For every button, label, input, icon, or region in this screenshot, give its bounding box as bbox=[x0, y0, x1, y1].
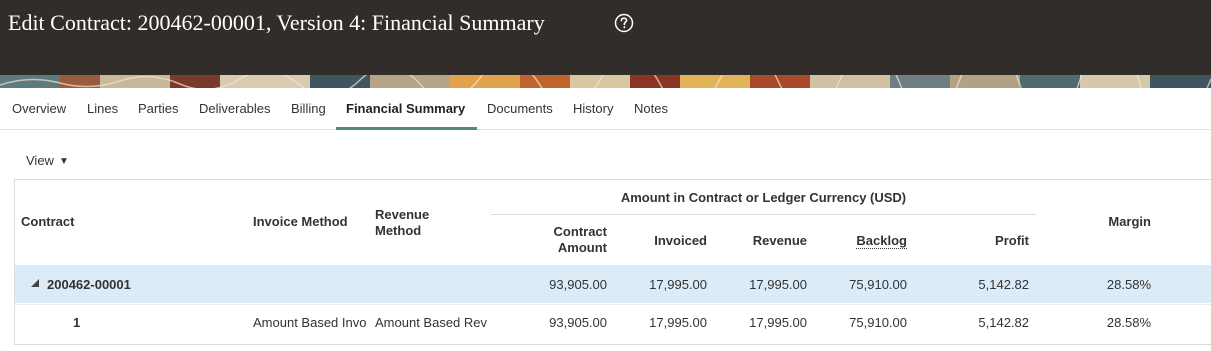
cell-invoiced: 17,995.00 bbox=[649, 315, 707, 330]
tab-billing[interactable]: Billing bbox=[281, 88, 336, 130]
header-banner-pattern bbox=[0, 75, 1211, 88]
view-menu[interactable]: View ▼ bbox=[26, 153, 69, 168]
cell-invoiced: 17,995.00 bbox=[649, 277, 707, 292]
caret-down-icon: ▼ bbox=[58, 156, 69, 167]
tab-documents[interactable]: Documents bbox=[477, 88, 563, 130]
tab-deliverables[interactable]: Deliverables bbox=[189, 88, 281, 130]
column-header-contract[interactable]: Contract bbox=[21, 214, 74, 229]
cell-margin: 28.58% bbox=[1106, 315, 1151, 330]
cell-contract: 200462-00001 bbox=[47, 277, 131, 292]
column-header-contract-amount[interactable]: Contract Amount bbox=[520, 224, 607, 256]
cell-backlog: 75,910.00 bbox=[849, 277, 907, 292]
collapse-triangle-icon[interactable] bbox=[29, 277, 41, 289]
cell-backlog: 75,910.00 bbox=[849, 315, 907, 330]
help-icon[interactable] bbox=[614, 13, 634, 33]
page-title: Edit Contract: 200462-00001, Version 4: … bbox=[8, 10, 545, 35]
cell-contract-amount: 93,905.00 bbox=[549, 277, 607, 292]
tab-overview[interactable]: Overview bbox=[2, 88, 76, 130]
tab-financial-summary[interactable]: Financial Summary bbox=[336, 88, 477, 130]
tab-parties[interactable]: Parties bbox=[128, 88, 188, 130]
cell-revenue-method: Amount Based Rev bbox=[375, 315, 488, 330]
tab-lines[interactable]: Lines bbox=[77, 88, 128, 130]
column-group-header-amount: Amount in Contract or Ledger Currency (U… bbox=[620, 190, 907, 205]
column-header-margin[interactable]: Margin bbox=[1060, 214, 1151, 229]
view-menu-label: View bbox=[26, 153, 54, 168]
cell-line-number: 1 bbox=[73, 315, 81, 330]
tab-notes[interactable]: Notes bbox=[624, 88, 678, 130]
column-header-profit[interactable]: Profit bbox=[940, 233, 1029, 248]
column-header-invoiced[interactable]: Invoiced bbox=[620, 233, 707, 248]
cell-revenue: 17,995.00 bbox=[749, 277, 807, 292]
page-header: Edit Contract: 200462-00001, Version 4: … bbox=[0, 0, 1211, 75]
column-header-invoice-method[interactable]: Invoice Method bbox=[253, 214, 348, 229]
cell-profit: 5,142.82 bbox=[978, 277, 1029, 292]
cell-revenue: 17,995.00 bbox=[749, 315, 807, 330]
cell-margin: 28.58% bbox=[1106, 277, 1151, 292]
tab-history[interactable]: History bbox=[563, 88, 623, 130]
column-header-revenue[interactable]: Revenue bbox=[720, 233, 807, 248]
cell-invoice-method: Amount Based Invo bbox=[253, 315, 367, 330]
column-header-revenue-method[interactable]: Revenue Method bbox=[375, 207, 455, 239]
column-header-backlog-label: Backlog bbox=[856, 233, 907, 249]
cell-profit: 5,142.82 bbox=[978, 315, 1029, 330]
column-group-divider bbox=[491, 214, 1036, 215]
tab-bar: Overview Lines Parties Deliverables Bill… bbox=[0, 88, 1211, 130]
cell-contract-amount: 93,905.00 bbox=[549, 315, 607, 330]
column-header-backlog[interactable]: Backlog bbox=[820, 233, 907, 249]
